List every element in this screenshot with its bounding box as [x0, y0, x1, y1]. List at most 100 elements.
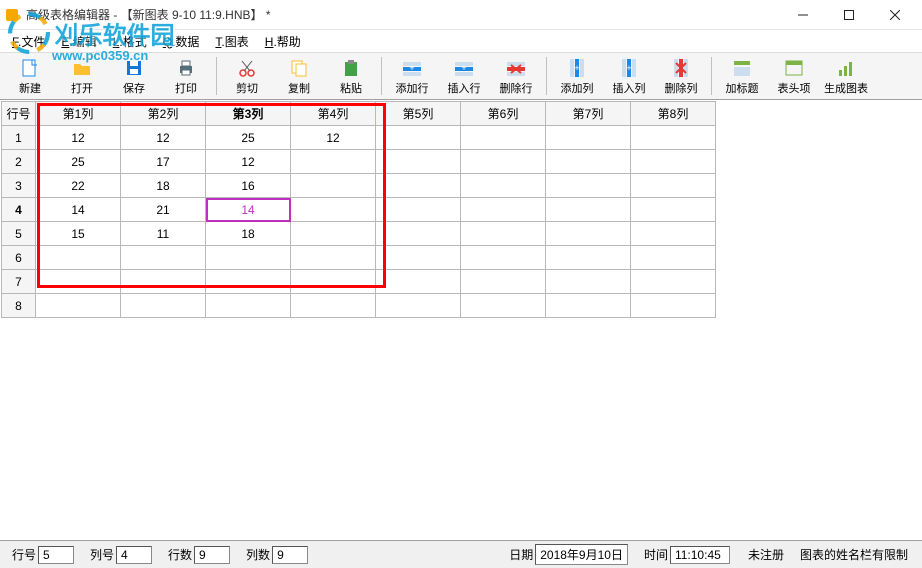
- cell-8-8[interactable]: [631, 294, 716, 318]
- cell-4-6[interactable]: [461, 198, 546, 222]
- col-header-1[interactable]: 第1列: [36, 102, 121, 126]
- cell-7-2[interactable]: [121, 270, 206, 294]
- row-header-4[interactable]: 4: [2, 198, 36, 222]
- close-button[interactable]: [872, 0, 918, 30]
- row-header-3[interactable]: 3: [2, 174, 36, 198]
- cell-1-5[interactable]: [376, 126, 461, 150]
- cell-7-6[interactable]: [461, 270, 546, 294]
- copy-button[interactable]: 复制: [273, 54, 325, 98]
- cell-8-6[interactable]: [461, 294, 546, 318]
- paste-button[interactable]: 粘贴: [325, 54, 377, 98]
- cell-8-4[interactable]: [291, 294, 376, 318]
- cell-5-2[interactable]: 11: [121, 222, 206, 246]
- data-grid[interactable]: 行号第1列第2列第3列第4列第5列第6列第7列第8列11212251222517…: [1, 101, 716, 318]
- cell-6-5[interactable]: [376, 246, 461, 270]
- cell-4-4[interactable]: [291, 198, 376, 222]
- tablehead-button[interactable]: 表头项: [768, 54, 820, 98]
- cell-2-5[interactable]: [376, 150, 461, 174]
- cell-6-2[interactable]: [121, 246, 206, 270]
- col-header-5[interactable]: 第5列: [376, 102, 461, 126]
- cell-1-6[interactable]: [461, 126, 546, 150]
- cell-2-7[interactable]: [546, 150, 631, 174]
- cell-7-8[interactable]: [631, 270, 716, 294]
- cell-5-8[interactable]: [631, 222, 716, 246]
- cell-2-1[interactable]: 25: [36, 150, 121, 174]
- cell-3-4[interactable]: [291, 174, 376, 198]
- cell-3-6[interactable]: [461, 174, 546, 198]
- addrow-button[interactable]: +添加行: [386, 54, 438, 98]
- maximize-button[interactable]: [826, 0, 872, 30]
- corner-header[interactable]: 行号: [2, 102, 36, 126]
- cell-1-4[interactable]: 12: [291, 126, 376, 150]
- genchart-button[interactable]: 生成图表: [820, 54, 872, 98]
- cell-6-8[interactable]: [631, 246, 716, 270]
- new-button[interactable]: 新建: [4, 54, 56, 98]
- cell-6-7[interactable]: [546, 246, 631, 270]
- cell-1-2[interactable]: 12: [121, 126, 206, 150]
- cell-5-6[interactable]: [461, 222, 546, 246]
- col-header-7[interactable]: 第7列: [546, 102, 631, 126]
- cell-2-8[interactable]: [631, 150, 716, 174]
- cell-7-4[interactable]: [291, 270, 376, 294]
- save-button[interactable]: 保存: [108, 54, 160, 98]
- cell-5-5[interactable]: [376, 222, 461, 246]
- col-header-8[interactable]: 第8列: [631, 102, 716, 126]
- menu-e[interactable]: E.编辑: [53, 31, 104, 52]
- addtitle-button[interactable]: 加标题: [716, 54, 768, 98]
- cell-8-1[interactable]: [36, 294, 121, 318]
- cell-4-1[interactable]: 14: [36, 198, 121, 222]
- delcol-button[interactable]: 删除列: [655, 54, 707, 98]
- cell-8-3[interactable]: [206, 294, 291, 318]
- col-header-4[interactable]: 第4列: [291, 102, 376, 126]
- cell-2-6[interactable]: [461, 150, 546, 174]
- menu-h[interactable]: H.帮助: [257, 31, 309, 52]
- row-header-1[interactable]: 1: [2, 126, 36, 150]
- cell-5-3[interactable]: 18: [206, 222, 291, 246]
- cell-6-1[interactable]: [36, 246, 121, 270]
- col-header-3[interactable]: 第3列: [206, 102, 291, 126]
- cell-3-3[interactable]: 16: [206, 174, 291, 198]
- insertrow-button[interactable]: +插入行: [438, 54, 490, 98]
- cell-4-5[interactable]: [376, 198, 461, 222]
- addcol-button[interactable]: +添加列: [551, 54, 603, 98]
- cell-6-6[interactable]: [461, 246, 546, 270]
- cell-3-2[interactable]: 18: [121, 174, 206, 198]
- col-header-6[interactable]: 第6列: [461, 102, 546, 126]
- menu-f[interactable]: F.文件: [4, 31, 53, 52]
- cell-8-7[interactable]: [546, 294, 631, 318]
- cell-7-5[interactable]: [376, 270, 461, 294]
- cell-7-7[interactable]: [546, 270, 631, 294]
- row-header-7[interactable]: 7: [2, 270, 36, 294]
- insertcol-button[interactable]: +插入列: [603, 54, 655, 98]
- cell-2-2[interactable]: 17: [121, 150, 206, 174]
- cell-8-2[interactable]: [121, 294, 206, 318]
- cell-4-2[interactable]: 21: [121, 198, 206, 222]
- open-button[interactable]: 打开: [56, 54, 108, 98]
- cell-3-8[interactable]: [631, 174, 716, 198]
- col-header-2[interactable]: 第2列: [121, 102, 206, 126]
- cell-3-7[interactable]: [546, 174, 631, 198]
- cell-3-1[interactable]: 22: [36, 174, 121, 198]
- cell-7-1[interactable]: [36, 270, 121, 294]
- cell-6-3[interactable]: [206, 246, 291, 270]
- cell-5-4[interactable]: [291, 222, 376, 246]
- cell-3-5[interactable]: [376, 174, 461, 198]
- cell-4-3[interactable]: 14: [206, 198, 291, 222]
- cell-6-4[interactable]: [291, 246, 376, 270]
- menu-l[interactable]: L.格式: [105, 31, 155, 52]
- cell-1-3[interactable]: 25: [206, 126, 291, 150]
- cell-5-1[interactable]: 15: [36, 222, 121, 246]
- cell-4-8[interactable]: [631, 198, 716, 222]
- cell-5-7[interactable]: [546, 222, 631, 246]
- cell-1-7[interactable]: [546, 126, 631, 150]
- row-header-5[interactable]: 5: [2, 222, 36, 246]
- cell-4-7[interactable]: [546, 198, 631, 222]
- cell-2-4[interactable]: [291, 150, 376, 174]
- cell-7-3[interactable]: [206, 270, 291, 294]
- cut-button[interactable]: 剪切: [221, 54, 273, 98]
- menu-q[interactable]: Q.数据: [155, 31, 208, 52]
- minimize-button[interactable]: [780, 0, 826, 30]
- cell-1-8[interactable]: [631, 126, 716, 150]
- print-button[interactable]: 打印: [160, 54, 212, 98]
- cell-8-5[interactable]: [376, 294, 461, 318]
